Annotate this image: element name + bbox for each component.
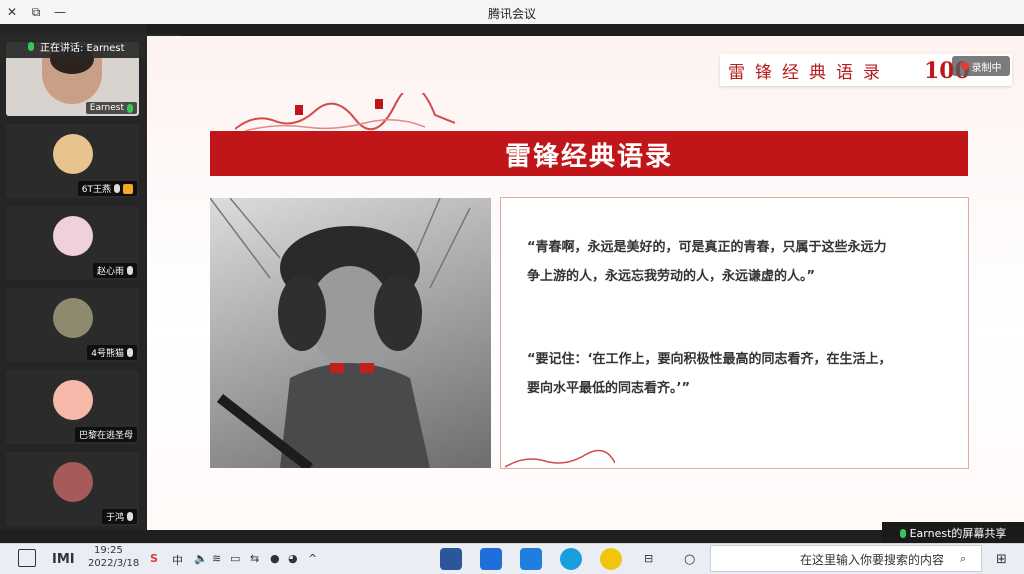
participant-tile-wangyan[interactable]: 6T王燕 xyxy=(6,124,139,198)
participant-tile-bali[interactable]: 巴黎在逃圣母 xyxy=(6,370,139,444)
mic-muted-icon xyxy=(127,266,133,275)
cortana-icon[interactable]: ○ xyxy=(684,552,695,567)
participant-name-box: Earnest xyxy=(85,102,137,114)
task-view-icon[interactable]: ⊟ xyxy=(644,552,653,565)
recording-label: 录制中 xyxy=(971,62,1002,74)
participant-tile-yuhong[interactable]: 于鸿 xyxy=(6,452,139,526)
clock-time[interactable]: 19:25 xyxy=(94,545,123,556)
windows-start-icon[interactable]: ⊞ xyxy=(996,552,1007,567)
participant-name-box: 于鸿 xyxy=(101,509,137,524)
participant-name-box: 6T王燕 xyxy=(77,181,137,196)
participant-sidebar: Earnest 6T王燕 赵心雨 4号熊猫 巴黎在逃圣母 于鸿 xyxy=(0,24,147,530)
window-title: 腾讯会议 xyxy=(487,7,536,21)
avatar xyxy=(53,298,93,338)
participant-name-box: 赵心雨 xyxy=(92,263,137,278)
quote1-line1: “青春啊，永远是美好的，可是真正的青春，只属于这些永远力 xyxy=(527,240,887,255)
volume-icon[interactable]: 🔈 xyxy=(194,552,208,565)
mic-muted-icon xyxy=(127,512,133,521)
participant-name-box: 4号熊猫 xyxy=(87,345,137,360)
network-icon[interactable]: ⇆ xyxy=(250,552,259,565)
mic-on-icon xyxy=(28,41,34,51)
mic-muted-icon xyxy=(127,348,133,357)
portrait-photo xyxy=(210,198,491,468)
notification-icon[interactable] xyxy=(18,549,36,567)
participant-name: 巴黎在逃圣母 xyxy=(78,431,133,441)
banner-title: 雷锋经典语录 xyxy=(504,142,673,172)
avatar xyxy=(53,380,93,420)
share-label: Earnest的屏幕共享 xyxy=(909,527,1007,540)
avatar xyxy=(53,462,93,502)
quote2-line2: 要向水平最低的同志看齐。’” xyxy=(527,381,690,396)
show-hidden-icons[interactable]: ^ xyxy=(308,552,317,565)
ime-chinese-icon[interactable]: 中 xyxy=(172,552,183,568)
wall-decoration-small-icon xyxy=(505,449,615,468)
participant-tile-panda[interactable]: 4号熊猫 xyxy=(6,288,139,362)
app-tray-s-icon[interactable]: S xyxy=(150,552,158,565)
mic-on-icon xyxy=(127,103,133,113)
great-wall-decoration-icon xyxy=(235,93,455,132)
title-bar: ✕ ⧉ — 腾讯会议 xyxy=(0,0,1024,24)
mic-on-icon xyxy=(899,528,906,538)
edge-browser-icon[interactable] xyxy=(560,548,582,570)
participant-name: Earnest xyxy=(89,103,124,113)
phone-link-app-icon[interactable] xyxy=(440,548,462,570)
portrait-photo-drawing xyxy=(210,198,471,468)
mic-tray-icon[interactable]: ● xyxy=(270,552,280,565)
screen-share-bar[interactable]: Earnest的屏幕共享 xyxy=(882,522,1024,544)
battery-icon[interactable]: ▭ xyxy=(230,552,240,565)
participant-name: 赵心雨 xyxy=(96,267,124,277)
mic-muted-icon xyxy=(114,184,120,193)
slide-header-text: 雷锋经典语录 xyxy=(728,63,890,83)
wifi-icon[interactable]: ≋ xyxy=(212,552,221,565)
speaking-label: 正在讲话: Earnest xyxy=(40,42,125,54)
tencent-meeting-app-icon[interactable] xyxy=(480,548,502,570)
participant-tile-zhaoxinyu[interactable]: 赵心雨 xyxy=(6,206,139,280)
search-placeholder[interactable]: 在这里输入你要搜索的内容 xyxy=(800,551,944,568)
avatar xyxy=(53,216,93,256)
quote2-line1: “要记住：‘在工作上，要向积极性最高的同志看齐，在生活上， xyxy=(527,352,892,367)
chrome-browser-icon[interactable] xyxy=(600,548,622,570)
recording-badge[interactable]: 录制中 xyxy=(952,56,1010,76)
record-dot-icon xyxy=(960,62,969,70)
participant-name: 4号熊猫 xyxy=(91,349,124,359)
avatar xyxy=(53,134,93,174)
mail-app-icon[interactable] xyxy=(520,548,542,570)
search-icon[interactable]: ⌕ xyxy=(960,552,966,566)
clock-date[interactable]: 2022/3/18 xyxy=(88,558,139,569)
quote1-line2: 争上游的人，永远忘我劳动的人，永远谦虚的人。” xyxy=(527,269,816,284)
host-badge-icon xyxy=(123,183,133,194)
ime-mode-icon[interactable]: IMI xyxy=(52,552,75,567)
participant-name-box: 巴黎在逃圣母 xyxy=(74,427,137,442)
qq-icon[interactable]: ◕ xyxy=(288,552,298,565)
participant-name: 6T王燕 xyxy=(81,185,111,195)
participant-name: 于鸿 xyxy=(105,513,124,523)
